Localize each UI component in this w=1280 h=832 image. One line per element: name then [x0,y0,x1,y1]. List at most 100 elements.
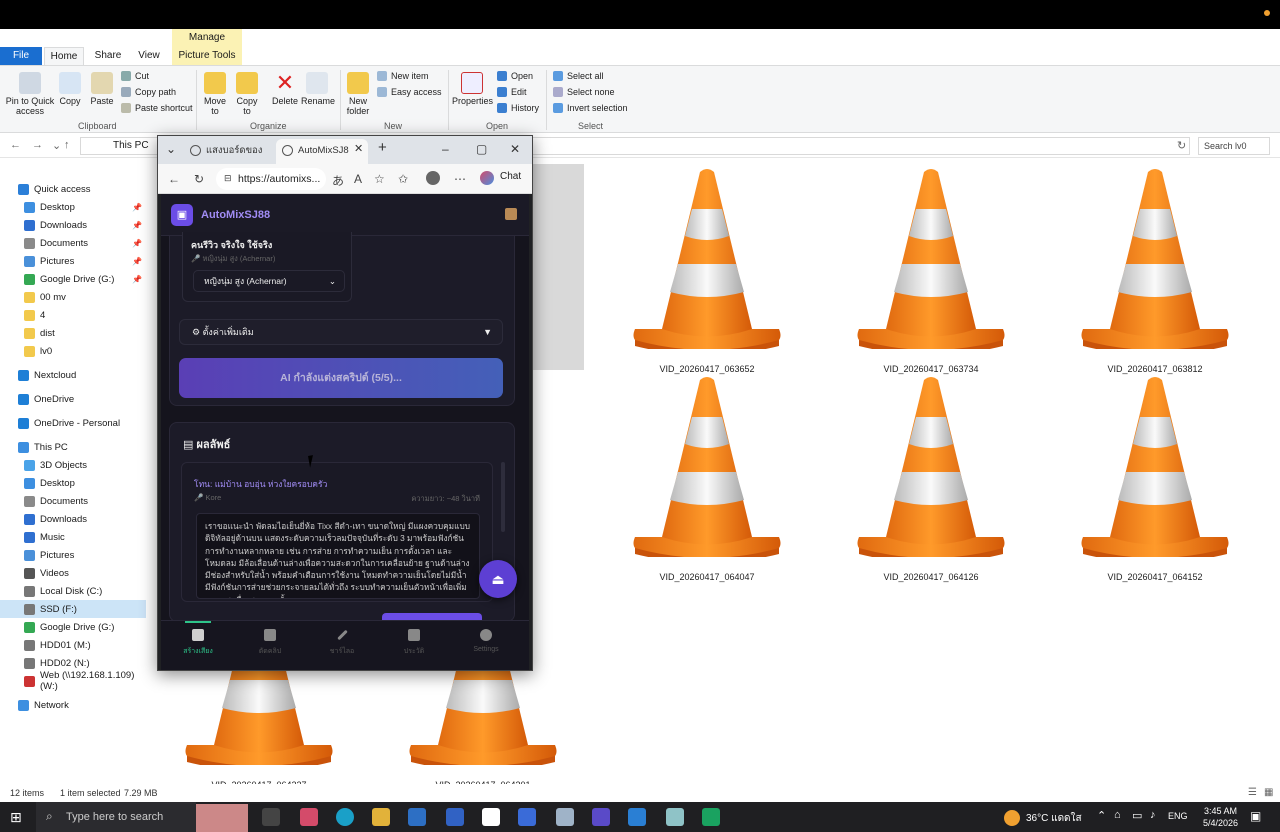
language-indicator[interactable]: ENG [1168,811,1188,821]
profile-icon[interactable] [426,171,440,185]
nav-item[interactable]: Nextcloud [0,366,146,384]
properties-button[interactable]: Properties [452,72,493,106]
address-crumb[interactable]: This PC [113,140,149,151]
nav-item[interactable]: Desktop 📌 [0,198,146,216]
pin-quick-access-button[interactable]: Pin to Quick access [4,72,56,116]
capcut-icon[interactable] [482,808,500,826]
nav-item[interactable]: Music [0,528,146,546]
nav-item[interactable]: This PC [0,438,146,456]
taskbar-search-input[interactable]: Type here to search [36,802,196,832]
pin-icon[interactable]: 📌 [132,239,142,248]
nav-settings[interactable]: Settings [451,627,521,653]
nav-tools[interactable]: ชาร์ไลอ [307,627,377,657]
move-to-button[interactable]: Move to [202,72,228,116]
file-item[interactable]: VID_20260417_064152 [1070,372,1240,582]
edit-button[interactable]: Edit [497,87,527,97]
nav-item[interactable]: Documents 📌 [0,234,146,252]
network-icon[interactable]: ⌂ [1114,809,1121,821]
favorites-icon[interactable]: ✩ [398,172,408,186]
file-item[interactable]: VID_20260417_063812 [1070,164,1240,374]
clock[interactable]: 3:45 AM 5/4/2026 [1203,805,1238,829]
notifications-icon[interactable]: ▣ [1250,809,1261,823]
new-item-button[interactable]: New item [377,71,429,81]
nav-item[interactable]: Downloads [0,510,146,528]
pin-icon[interactable]: 📌 [132,257,142,266]
refresh-icon[interactable]: ↻ [194,172,204,186]
nav-item[interactable]: lv0 [0,342,146,360]
nav-history[interactable]: ประวัติ [379,627,449,657]
pin-icon[interactable]: 📌 [132,221,142,230]
volume-icon[interactable]: ♪ [1150,809,1156,821]
advanced-settings-toggle[interactable]: ⚙ ตั้งค่าเพิ่มเติม ▼ [179,319,503,345]
close-tab-icon[interactable]: ✕ [354,142,363,155]
outlook-icon[interactable] [446,808,464,826]
read-aloud-icon[interactable]: A [354,172,362,186]
easy-access-button[interactable]: Easy access [377,87,442,97]
nav-item[interactable]: Pictures [0,546,146,564]
back-icon[interactable]: ← [168,172,180,186]
large-icons-view-icon[interactable]: ▦ [1264,787,1273,798]
up-icon[interactable]: ↑ [64,139,70,151]
nav-item[interactable]: 3D Objects [0,456,146,474]
copilot-icon[interactable] [300,808,318,826]
chat-button[interactable]: Chat [500,171,521,182]
copy-to-button[interactable]: Copy to [234,72,260,116]
new-tab-icon[interactable]: + [378,139,387,156]
paste-shortcut-button[interactable]: Paste shortcut [121,103,193,113]
nav-item[interactable]: Google Drive (G:) 📌 [0,270,146,288]
tab-actions-chevron-icon[interactable]: ⌄ [166,142,176,156]
nav-item[interactable]: Documents [0,492,146,510]
more-icon[interactable]: ⋯ [454,172,466,186]
nav-item[interactable]: Videos [0,564,146,582]
file-item[interactable]: VID_20260417_063652 [622,164,792,374]
weather-text[interactable]: 36°C แดดใส [1026,811,1082,826]
nav-create-voice[interactable]: สร้างเสียง [163,627,233,657]
battery-icon[interactable]: ▭ [1132,809,1142,822]
menu-icon[interactable] [505,208,517,220]
file-item[interactable]: VID_20260417_064047 [622,372,792,582]
recent-icon[interactable]: ⌄ [52,139,61,152]
paste-button[interactable]: Paste [88,72,116,106]
nav-item[interactable]: Pictures 📌 [0,252,146,270]
nav-item[interactable]: 4 [0,306,146,324]
tab-picture-tools[interactable]: Picture Tools [172,47,242,65]
app-icon[interactable] [592,808,610,826]
details-view-icon[interactable]: ☰ [1248,787,1257,798]
script-textarea[interactable]: เราขอแนะนำ พัดลมไอเย็นยี่ห้อ Tixx สีดำ-เ… [196,513,480,599]
nav-item[interactable]: 00 mv [0,288,146,306]
nav-item[interactable]: Downloads 📌 [0,216,146,234]
nav-item[interactable]: OneDrive - Personal [0,414,146,432]
cut-button[interactable]: Cut [121,71,149,81]
favorite-star-icon[interactable]: ☆ [374,172,385,186]
nav-clip[interactable]: ตัดคลิป [235,627,305,657]
app-icon[interactable] [556,808,574,826]
edge-icon[interactable] [336,808,354,826]
nav-item[interactable]: Google Drive (G:) [0,618,146,636]
close-icon[interactable]: ✕ [510,142,520,156]
nav-item[interactable]: HDD01 (M:) [0,636,146,654]
store-icon[interactable] [408,808,426,826]
tab-share[interactable]: Share [88,47,128,65]
file-item[interactable]: VID_20260417_063734 [846,164,1016,374]
browser-tab[interactable]: แสงบอร์ดของ [184,139,272,164]
generate-script-button[interactable]: AI กำลังแต่งสคริปต์ (5/5)... [179,358,503,398]
nav-item[interactable]: Network [0,696,146,714]
back-icon[interactable]: ← [10,139,21,151]
nav-item[interactable]: SSD (F:) [0,600,146,618]
search-input[interactable]: Search lv0 [1198,137,1270,155]
scrollbar[interactable] [501,462,505,532]
copy-button[interactable]: Copy [58,72,82,106]
select-all-button[interactable]: Select all [553,71,604,81]
site-info-icon[interactable]: ⊟ [224,173,232,184]
url-bar[interactable]: https://automixs... [216,168,326,190]
upload-fab-button[interactable]: ⏏ [479,560,517,598]
tab-file[interactable]: File [0,47,42,65]
open-button[interactable]: Open [497,71,533,81]
nav-item[interactable]: Desktop [0,474,146,492]
app-icon[interactable] [666,808,684,826]
nav-item[interactable]: Web (\\192.168.1.109) (W:) [0,670,146,692]
pin-icon[interactable]: 📌 [132,203,142,212]
tab-home[interactable]: Home [44,47,84,65]
nav-item[interactable]: Local Disk (C:) [0,582,146,600]
select-none-button[interactable]: Select none [553,87,615,97]
